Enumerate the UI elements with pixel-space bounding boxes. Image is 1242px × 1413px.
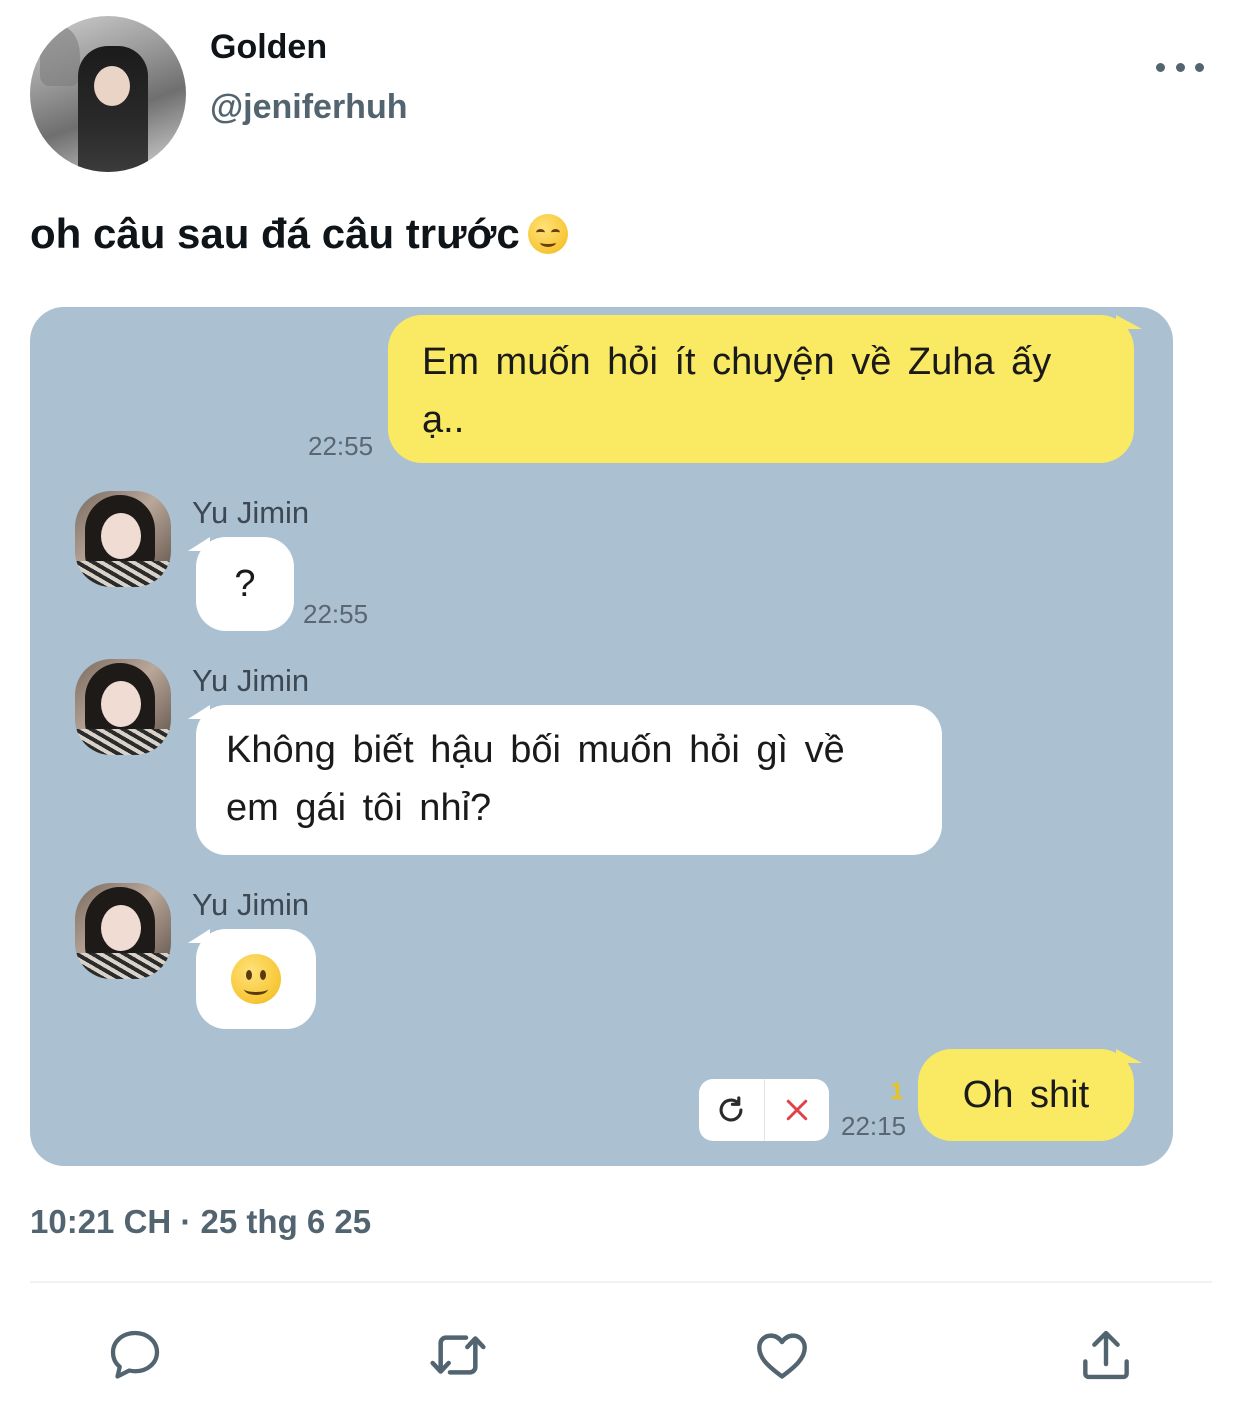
message-text: Oh shit <box>962 1074 1090 1116</box>
more-dots-icon <box>1156 62 1165 72</box>
unread-count: 1 <box>890 1078 904 1105</box>
refresh-icon <box>719 1096 743 1122</box>
message-text-line: Không biết hậu bối muốn hỏi gì về <box>226 729 845 771</box>
like-button[interactable] <box>750 1323 814 1387</box>
message-text-line: ạ.. <box>422 399 465 441</box>
share-upload-icon <box>1083 1330 1129 1380</box>
message-time: 22:15 <box>841 1111 907 1141</box>
message-text-line: em gái tôi nhỉ? <box>226 787 492 829</box>
close-icon <box>786 1099 807 1121</box>
contact-avatar[interactable] <box>75 491 171 587</box>
retweet-icon <box>430 1335 486 1375</box>
message-time: 22:55 <box>303 599 369 629</box>
share-button[interactable] <box>1074 1323 1138 1387</box>
message-text: ? <box>234 563 256 605</box>
outgoing-message-bubble: Em muốn hỏi ít chuyện về Zuha ấy ạ.. <box>388 315 1134 463</box>
heart-icon <box>757 1333 807 1379</box>
sender-name: Yu Jimin <box>192 887 310 922</box>
tweet-text: oh câu sau đá câu trước <box>30 210 568 258</box>
contact-avatar[interactable] <box>75 883 171 979</box>
author-handle[interactable]: @jeniferhuh <box>210 88 408 127</box>
smiling-face-icon <box>527 214 568 254</box>
failed-message-actions <box>699 1079 829 1141</box>
incoming-message-bubble: Không biết hậu bối muốn hỏi gì về em gái… <box>196 705 942 855</box>
author-avatar[interactable] <box>30 16 186 172</box>
reply-button[interactable] <box>103 1323 167 1387</box>
slightly-smiling-face-icon <box>231 954 281 1004</box>
incoming-message-bubble: ? <box>196 537 294 631</box>
author-display-name[interactable]: Golden <box>210 28 327 67</box>
message-text-line: Em muốn hỏi ít chuyện về Zuha ấy <box>422 341 1052 383</box>
contact-avatar[interactable] <box>75 659 171 755</box>
sender-name: Yu Jimin <box>192 495 310 530</box>
tweet-media-image[interactable]: 22:55 Em muốn hỏi ít chuyện về Zuha ấy ạ… <box>30 307 1173 1166</box>
sender-name: Yu Jimin <box>192 663 310 698</box>
message-time: 22:55 <box>308 431 374 461</box>
outgoing-message-bubble: Oh shit <box>918 1049 1134 1141</box>
more-options-button[interactable] <box>1152 50 1208 84</box>
tweet-timestamp[interactable]: 10:21 CH · 25 thg 6 25 <box>30 1203 371 1241</box>
resend-button[interactable] <box>699 1079 764 1141</box>
speech-bubble-icon <box>110 1330 160 1379</box>
incoming-message-bubble <box>196 929 316 1029</box>
delete-message-button[interactable] <box>765 1079 830 1141</box>
divider <box>30 1281 1212 1283</box>
retweet-button[interactable] <box>426 1323 490 1387</box>
